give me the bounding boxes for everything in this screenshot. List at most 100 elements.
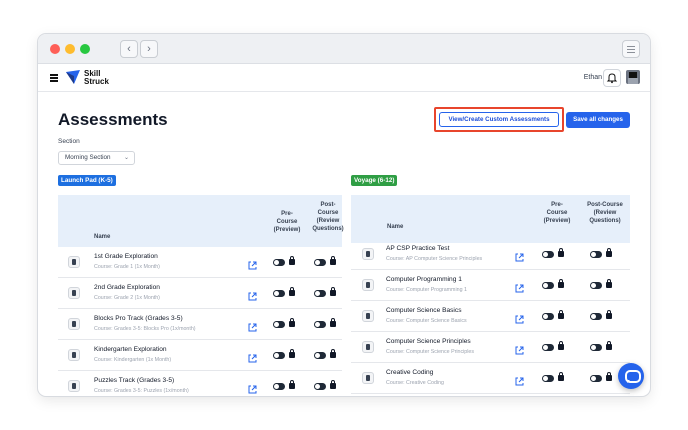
notifications-bell-icon[interactable] [603,69,621,87]
clipboard-icon [362,372,374,384]
external-link-icon[interactable] [515,311,524,324]
launchpad-row-name: Blocks Pro Track (Grades 3-5) [94,315,183,322]
pre-course-toggle[interactable] [273,352,285,359]
external-link-icon[interactable] [515,280,524,293]
pre-course-toggle[interactable] [542,344,554,351]
voyage-row-name: Computer Science Basics [386,307,462,314]
launchpad-row-course: Course: Grades 3-5: Puzzles (1x/month) [94,388,189,394]
launchpad-col-post-line1: Post- [320,202,336,208]
lock-icon [606,310,612,319]
clipboard-icon [68,318,80,330]
lock-icon [558,248,564,257]
lock-icon [558,310,564,319]
external-link-icon[interactable] [248,288,257,301]
voyage-col-pre: Pre- Course (Preview) [538,201,576,225]
voyage-badge: Voyage (6-12) [351,175,398,186]
voyage-row-course: Course: Computer Science Principles [386,349,475,355]
section-label: Section [58,138,80,145]
launchpad-col-pre-line1: Pre- [281,211,293,217]
external-link-icon[interactable] [515,249,524,262]
post-course-toggle[interactable] [314,321,326,328]
lock-icon [330,380,336,389]
launchpad-col-pre-line3: (Preview) [273,227,301,233]
post-course-toggle[interactable] [314,290,326,297]
clipboard-icon [362,310,374,322]
clipboard-icon [362,341,374,353]
lock-icon [289,380,295,389]
skill-struck-logo-icon [66,70,80,84]
chat-support-icon[interactable] [618,363,644,389]
post-course-toggle[interactable] [314,259,326,266]
pre-course-toggle[interactable] [273,290,285,297]
page-title: Assessments [58,110,168,129]
pre-course-toggle[interactable] [542,251,554,258]
launchpad-row: Blocks Pro Track (Grades 3-5) Course: Gra… [58,309,342,340]
launchpad-col-name: Name [94,234,111,240]
launchpad-col-pre-line2: Course [276,219,298,225]
launchpad-col-post: Post- Course (Review Questions) [308,201,348,233]
browser-titlebar: ‹ › [38,34,650,64]
launchpad-row-course: Course: Grade 2 (1x Month) [94,295,160,301]
launchpad-row: Puzzles Track (Grades 3-5) Course: Grades… [58,371,342,396]
launchpad-col-post-line2: Course [317,210,339,216]
pre-course-toggle[interactable] [542,282,554,289]
pre-course-toggle[interactable] [273,259,285,266]
view-create-custom-assessments-button[interactable]: View/Create Custom Assessments [439,112,559,127]
external-link-icon[interactable] [515,342,524,355]
back-icon[interactable]: ‹ [120,40,138,58]
maximize-window-dot[interactable] [80,44,90,54]
lock-icon [289,287,295,296]
launchpad-col-pre: Pre- Course (Preview) [270,210,304,234]
launchpad-col-post-line4: Questions) [312,226,344,232]
post-course-toggle[interactable] [590,251,602,258]
launchpad-row-name: Puzzles Track (Grades 3-5) [94,377,175,384]
clipboard-icon [68,256,80,268]
pre-course-toggle[interactable] [273,321,285,328]
external-link-icon[interactable] [248,350,257,363]
highlight-box: View/Create Custom Assessments [434,107,564,132]
external-link-icon[interactable] [248,257,257,270]
clipboard-icon [68,380,80,392]
voyage-col-name: Name [387,224,404,230]
browser-menu-icon[interactable] [622,40,640,58]
external-link-icon[interactable] [248,319,257,332]
voyage-row: AP CSP Practice Test Course: AP Computer … [351,239,630,270]
save-all-changes-button[interactable]: Save all changes [566,112,630,128]
lock-icon [330,287,336,296]
post-course-toggle[interactable] [314,352,326,359]
voyage-row-course: Course: Creative Coding [386,380,444,386]
voyage-row-name: Computer Programming 1 [386,276,462,283]
external-link-icon[interactable] [248,381,257,394]
post-course-toggle[interactable] [314,383,326,390]
section-select[interactable]: Morning Section ⌄ [58,151,135,165]
user-avatar[interactable] [626,70,640,84]
post-course-toggle[interactable] [590,282,602,289]
pre-course-toggle[interactable] [542,313,554,320]
lock-icon [289,318,295,327]
launchpad-row-name: 1st Grade Exploration [94,253,158,260]
voyage-col-post-line2: (Review [593,210,617,216]
launchpad-row: 1st Grade Exploration Course: Grade 1 (1x… [58,247,342,278]
post-course-toggle[interactable] [590,313,602,320]
clipboard-icon [68,287,80,299]
lock-icon [330,349,336,358]
pre-course-toggle[interactable] [273,383,285,390]
external-link-icon[interactable] [515,373,524,386]
browser-window: ‹ › Skill Struck Ethan Assessments View/… [38,34,650,396]
pre-course-toggle[interactable] [542,375,554,382]
lock-icon [558,279,564,288]
voyage-row-course: Course: AP Computer Science Principles [386,256,483,262]
forward-icon[interactable]: › [140,40,158,58]
post-course-toggle[interactable] [590,344,602,351]
voyage-col-post: Post-Course (Review Questions) [582,201,628,225]
minimize-window-dot[interactable] [65,44,75,54]
lock-icon [606,341,612,350]
post-course-toggle[interactable] [590,375,602,382]
launchpad-badge: Launch Pad (K-5) [58,175,116,186]
launchpad-row: Kindergarten Exploration Course: Kinderga… [58,340,342,371]
user-name: Ethan [583,74,602,81]
voyage-row-course: Course: Computer Science Basics [386,318,467,324]
hamburger-menu-icon[interactable] [50,74,58,82]
clipboard-icon [362,279,374,291]
close-window-dot[interactable] [50,44,60,54]
